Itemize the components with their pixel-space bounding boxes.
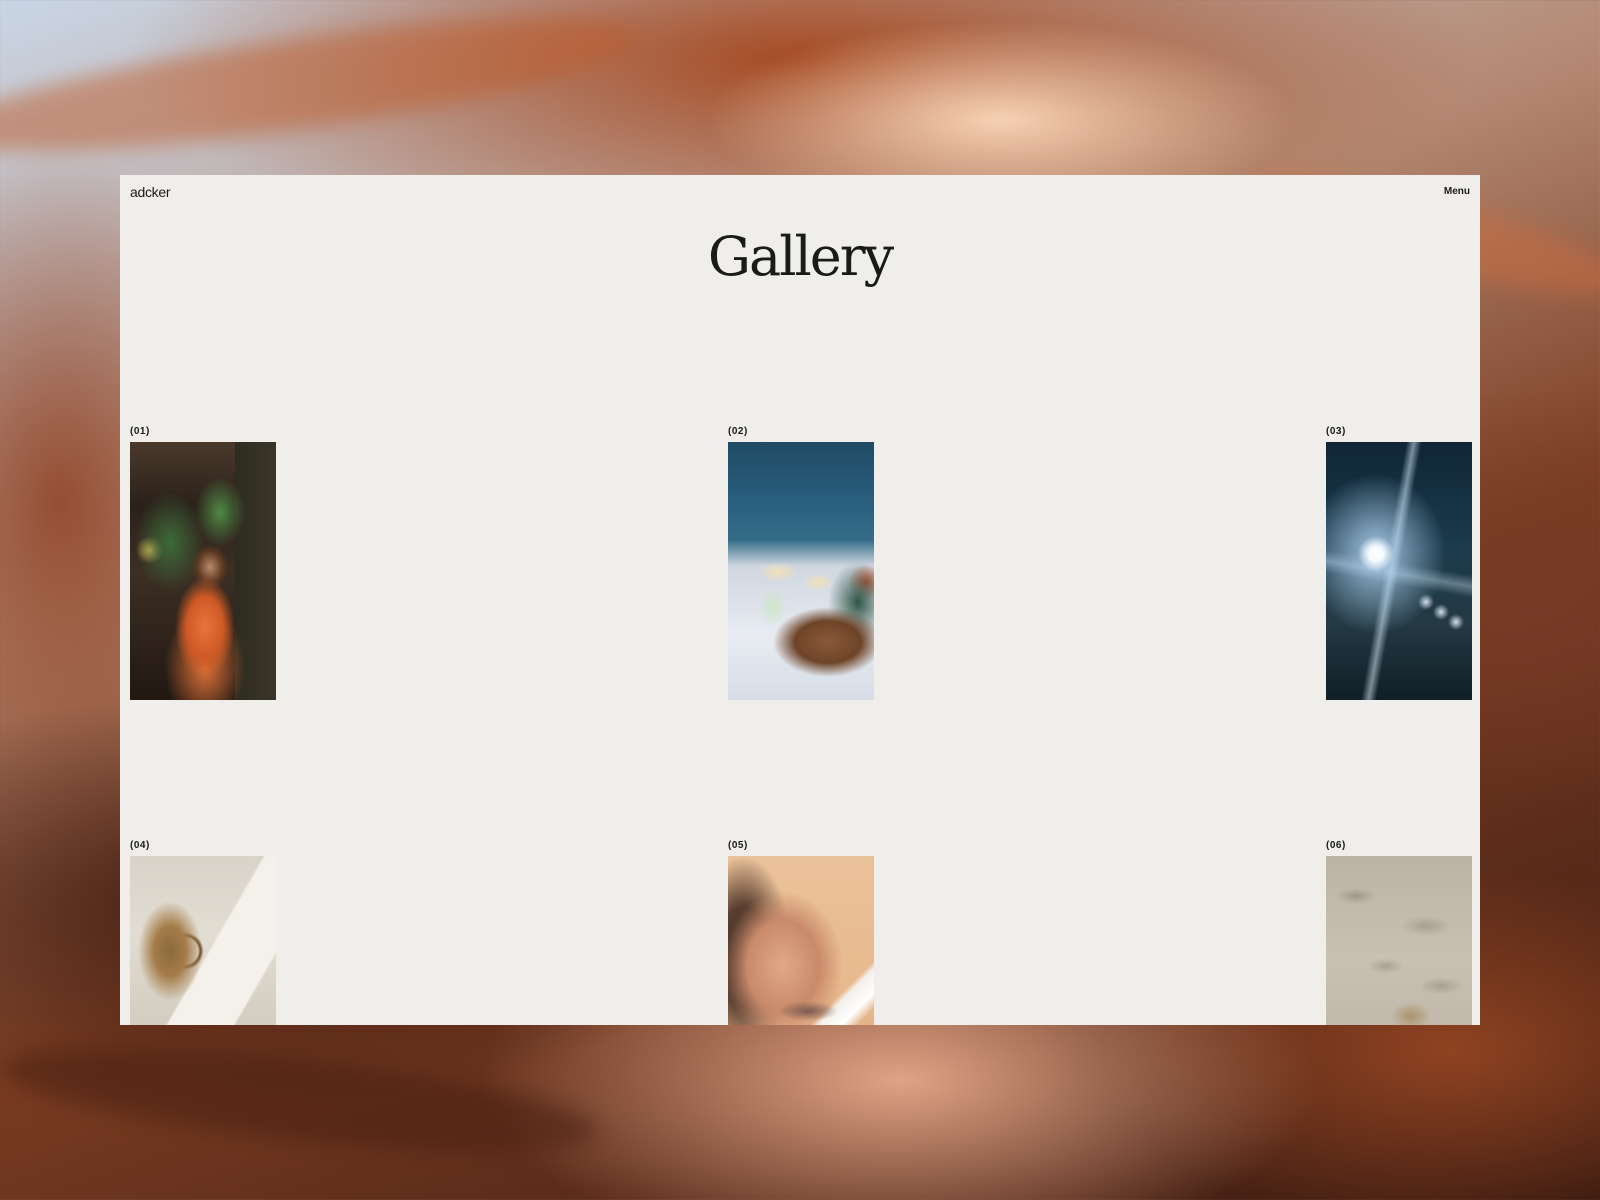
gallery-item: (05) — [728, 839, 874, 1025]
item-index: (02) — [728, 426, 748, 437]
menu-button[interactable]: Menu — [1444, 186, 1470, 197]
item-index: (05) — [728, 840, 748, 851]
gallery-image[interactable] — [130, 856, 276, 1025]
item-index: (01) — [130, 426, 150, 437]
item-index: (03) — [1326, 426, 1346, 437]
item-index: (04) — [130, 840, 150, 851]
gallery-item: (02) — [728, 425, 874, 700]
gallery-image[interactable] — [1326, 442, 1472, 700]
item-index: (06) — [1326, 840, 1346, 851]
gallery-item: (04) — [130, 839, 276, 1025]
gallery-item: (01) — [130, 425, 276, 700]
gallery-image[interactable] — [1326, 856, 1472, 1025]
gallery-image[interactable] — [728, 442, 874, 700]
site-logo[interactable]: adcker — [130, 184, 171, 200]
background-decoration — [0, 0, 643, 179]
gallery-item: (06) — [1326, 839, 1472, 1025]
gallery-page: adcker Menu Gallery (01) (02) (03) (04) … — [120, 175, 1480, 1025]
gallery-item: (03) — [1326, 425, 1472, 700]
gallery-image[interactable] — [728, 856, 874, 1025]
gallery-image[interactable] — [130, 442, 276, 700]
background-decoration — [0, 1028, 603, 1172]
page-title: Gallery — [707, 225, 894, 288]
